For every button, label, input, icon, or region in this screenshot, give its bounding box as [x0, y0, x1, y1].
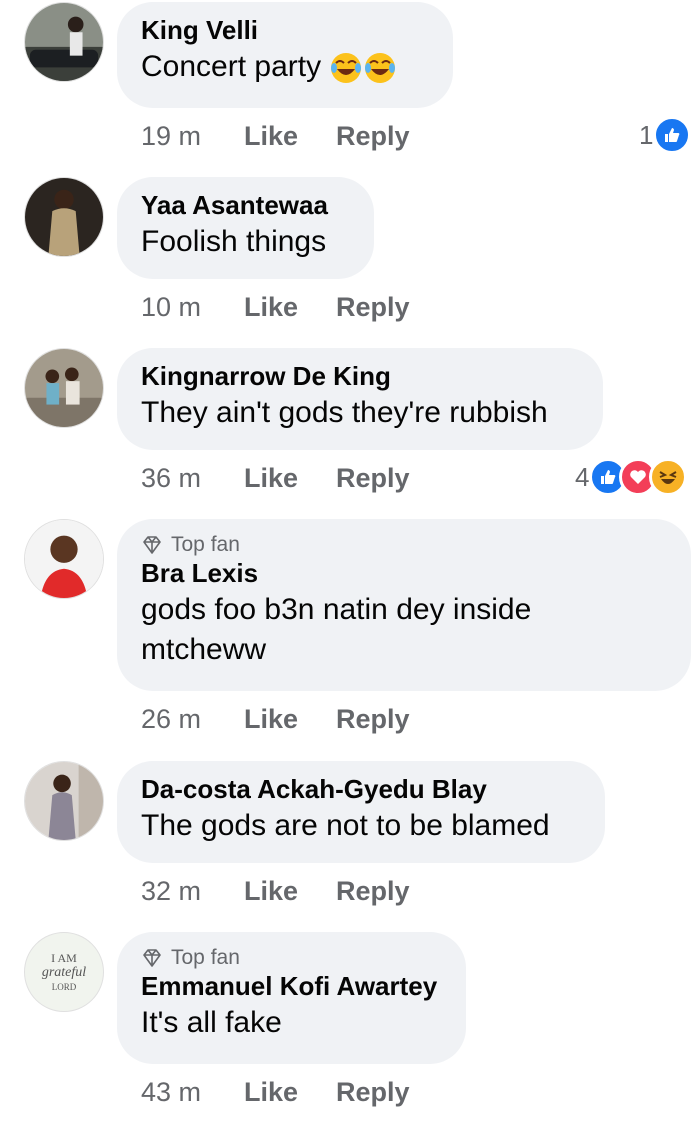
comment-bubble: Top fan Emmanuel Kofi Awartey It's all f… [117, 932, 466, 1064]
haha-reaction-icon [649, 458, 688, 496]
like-button[interactable]: Like [244, 292, 336, 323]
avatar-text: I AM [51, 951, 77, 965]
comment-text: The gods are not to be blamed [141, 809, 550, 842]
avatar-text: grateful [41, 965, 87, 980]
comment-bubble: King Velli Concert party [117, 2, 453, 108]
comment-time[interactable]: 10 m [141, 292, 244, 323]
reaction-count: 1 [639, 119, 654, 150]
author-name[interactable]: Kingnarrow De King [141, 361, 579, 391]
like-button[interactable]: Like [244, 463, 336, 494]
comment-bubble: Yaa Asantewaa Foolish things [117, 177, 374, 279]
avatar[interactable]: I AM grateful LORD [24, 932, 104, 1012]
comment-actions: 32 m Like Reply [141, 874, 410, 908]
author-name[interactable]: Bra Lexis [141, 558, 667, 588]
like-button[interactable]: Like [244, 121, 336, 152]
top-fan-badge: Top fan [141, 532, 667, 558]
reply-button[interactable]: Reply [336, 292, 410, 323]
reply-button[interactable]: Reply [336, 704, 410, 735]
comment-actions: 10 m Like Reply [141, 290, 410, 324]
comment-text: Foolish things [141, 225, 327, 258]
avatar[interactable] [24, 348, 104, 428]
author-name[interactable]: Da-costa Ackah-Gyedu Blay [141, 774, 581, 804]
top-fan-label: Top fan [171, 946, 240, 969]
comment-actions: 19 m Like Reply [141, 119, 410, 153]
comment-actions: 36 m Like Reply [141, 461, 410, 495]
comment-time[interactable]: 43 m [141, 1077, 244, 1108]
top-fan-badge: Top fan [141, 945, 442, 971]
comment-time[interactable]: 32 m [141, 876, 244, 907]
comment-text-line: gods foo b3n natin dey inside [141, 593, 532, 626]
comment-bubble: Top fan Bra Lexis gods foo b3n natin dey… [117, 519, 691, 691]
comment-bubble: Kingnarrow De King They ain't gods they'… [117, 348, 603, 450]
tears-of-joy-emoji-icon [329, 51, 363, 85]
comment-time[interactable]: 26 m [141, 704, 244, 735]
avatar[interactable] [24, 177, 104, 257]
reaction-summary[interactable]: 1 [639, 116, 691, 154]
avatar[interactable] [24, 761, 104, 841]
comment-text: It's all fake [141, 1006, 282, 1039]
like-button[interactable]: Like [244, 876, 336, 907]
avatar[interactable] [24, 2, 104, 82]
comment-bubble: Da-costa Ackah-Gyedu Blay The gods are n… [117, 761, 605, 863]
like-button[interactable]: Like [244, 704, 336, 735]
comment-text: Concert party [141, 47, 429, 87]
author-name[interactable]: Emmanuel Kofi Awartey [141, 971, 442, 1001]
like-reaction-icon [653, 116, 691, 154]
comment-time[interactable]: 19 m [141, 121, 244, 152]
comment-actions: 43 m Like Reply [141, 1075, 410, 1109]
tears-of-joy-emoji-icon [363, 51, 397, 85]
reply-button[interactable]: Reply [336, 463, 410, 494]
reaction-count: 4 [575, 461, 590, 492]
diamond-icon [143, 536, 161, 554]
comment-text: They ain't gods they're rubbish [141, 396, 548, 429]
like-button[interactable]: Like [244, 1077, 336, 1108]
author-name[interactable]: Yaa Asantewaa [141, 190, 350, 220]
comment-actions: 26 m Like Reply [141, 702, 410, 736]
avatar[interactable] [24, 519, 104, 599]
reply-button[interactable]: Reply [336, 121, 410, 152]
top-fan-label: Top fan [171, 533, 240, 556]
comment-text: gods foo b3n natin dey inside mtcheww [141, 590, 667, 670]
reaction-summary[interactable]: 4 [575, 458, 688, 496]
author-name[interactable]: King Velli [141, 15, 429, 45]
comment-time[interactable]: 36 m [141, 463, 244, 494]
comment-text-line: mtcheww [141, 633, 267, 666]
avatar-text: LORD [51, 982, 77, 992]
diamond-icon [143, 949, 161, 967]
reply-button[interactable]: Reply [336, 1077, 410, 1108]
reply-button[interactable]: Reply [336, 876, 410, 907]
